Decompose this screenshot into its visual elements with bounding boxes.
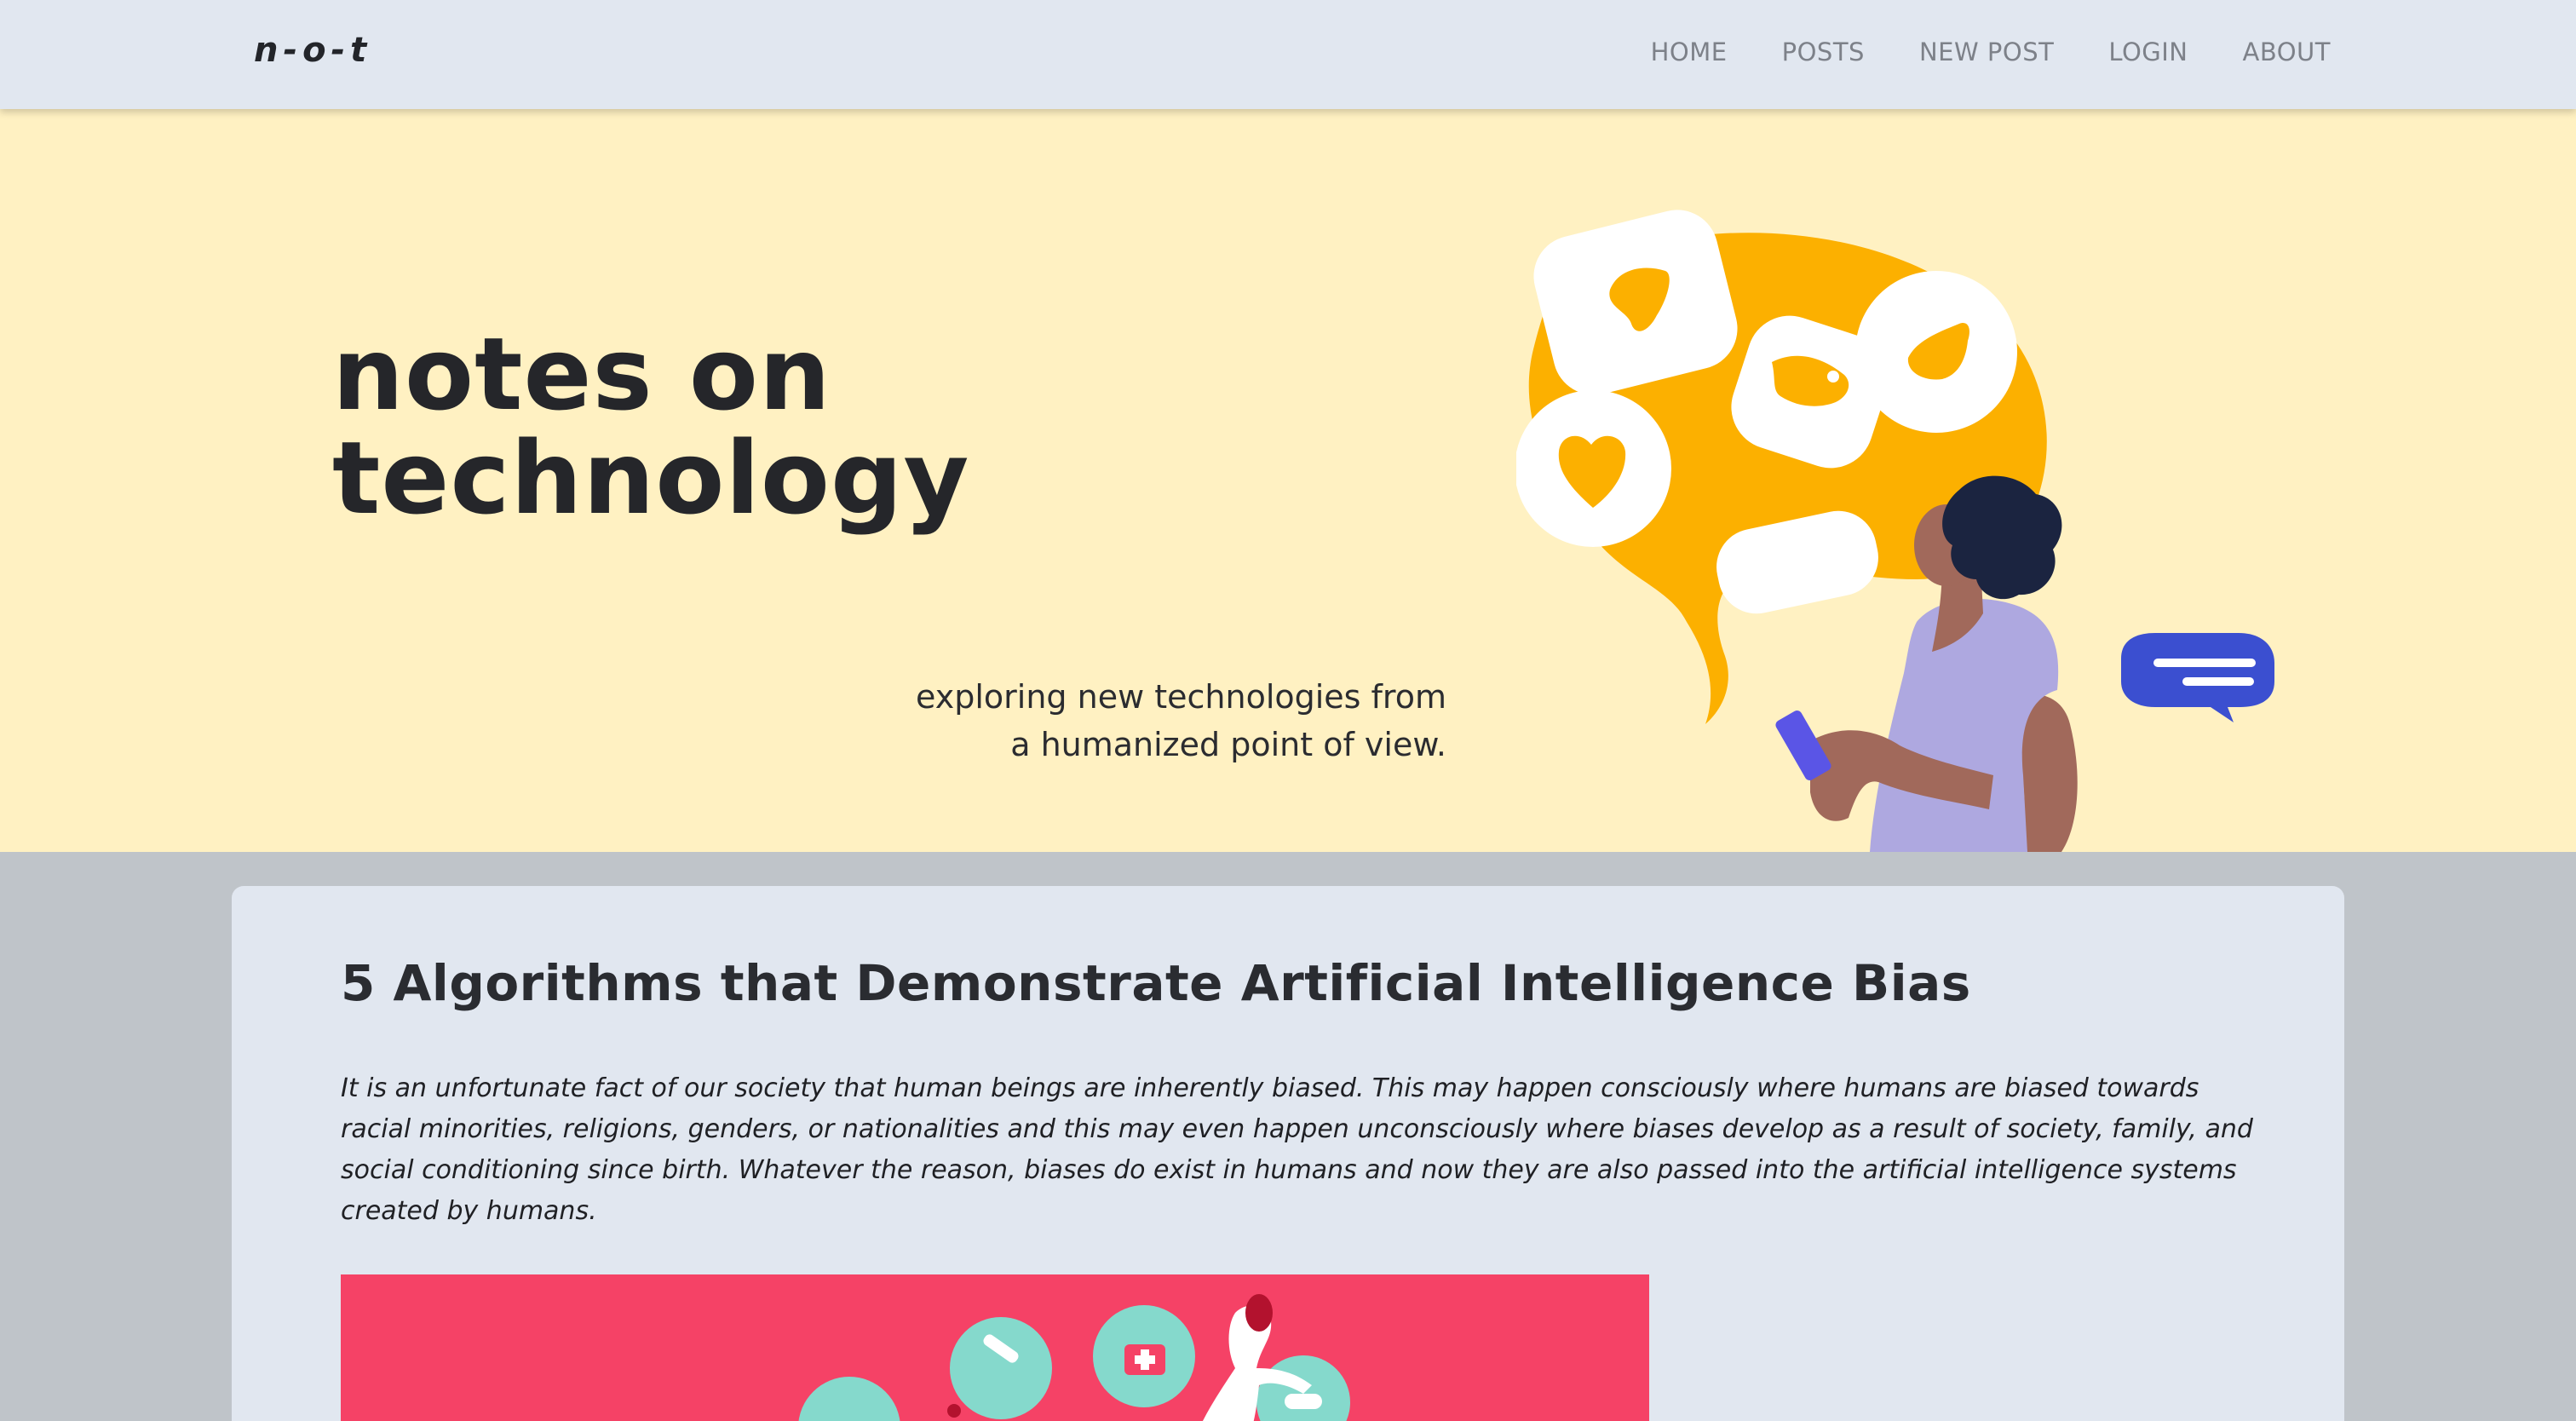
comment-bubble [1855,271,2017,433]
nav-link-login[interactable]: LOGIN [2108,37,2188,66]
hero-title: notes on technology [332,322,969,530]
nav-menu: HOME POSTS NEW POST LOGIN ABOUT [1596,37,2331,66]
nav-link-posts[interactable]: POSTS [1782,37,1865,66]
brand-logo[interactable]: n-o-t [254,31,371,70]
hero-title-line-1: notes on [332,315,831,433]
page: n-o-t HOME POSTS NEW POST LOGIN ABOUT no… [0,0,2576,1421]
hero-title-line-2: technology [332,419,970,537]
post-title[interactable]: 5 Algorithms that Demonstrate Artificial… [341,954,1971,1012]
hero-banner: notes on technology exploring new techno… [0,109,2576,852]
post-excerpt: It is an unfortunate fact of our society… [341,1073,2253,1226]
heart-bubble [1516,390,1671,547]
nav-link-new-post[interactable]: NEW POST [1919,37,2054,66]
hero-subtitle-line-2: a humanized point of view. [1010,726,1446,763]
hero-subtitle-line-1: exploring new technologies from [916,678,1446,716]
navbar: n-o-t HOME POSTS NEW POST LOGIN ABOUT [0,0,2576,109]
post-image [341,1274,1649,1421]
hero-subtitle: exploring new technologies from a humani… [916,673,1446,768]
post-card[interactable]: 5 Algorithms that Demonstrate Artificial… [232,886,2344,1421]
blue-chat-bubble [2121,633,2274,722]
hero-illustration [1516,210,2274,852]
nav-link-home[interactable]: HOME [1651,37,1728,66]
nav-link-about[interactable]: ABOUT [2243,37,2332,66]
